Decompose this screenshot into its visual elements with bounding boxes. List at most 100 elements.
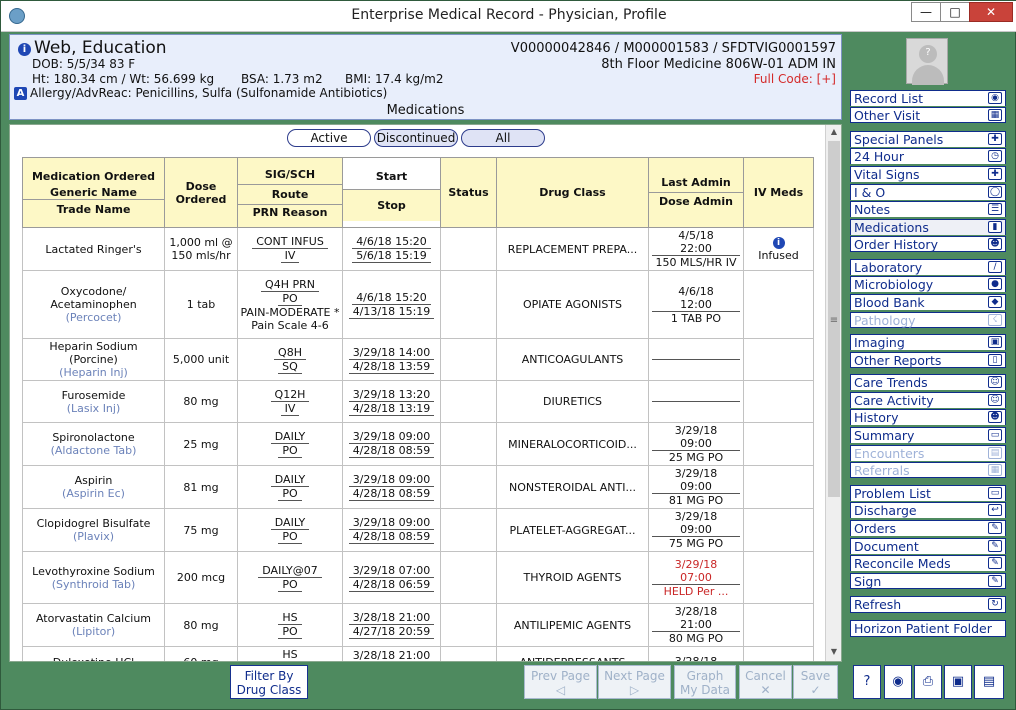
patient-bmi: BMI: 17.4 kg/m2	[345, 72, 444, 86]
sidebar-item-pathology[interactable]: Pathology ☇	[850, 312, 1006, 328]
table-row[interactable]: Heparin Sodium (Porcine) (Heparin Inj) 5,0…	[22, 338, 814, 381]
allergy-icon[interactable]: A	[14, 87, 27, 100]
filter-by-drug-class-button[interactable]: Filter By Drug Class	[230, 665, 308, 699]
print-icon[interactable]: ⎙	[914, 665, 942, 699]
table-row[interactable]: Levothyroxine Sodium (Synthroid Tab) 200 m…	[22, 551, 814, 604]
sidebar-item-summary[interactable]: Summary ▭	[850, 427, 1006, 443]
sidebar-item-problem-list[interactable]: Problem List ▭	[850, 485, 1006, 501]
close-button[interactable]: ✕	[969, 2, 1013, 22]
sidebar-item-order-history[interactable]: Order History ☻	[850, 236, 1006, 252]
cell-iv-meds	[743, 646, 814, 661]
table-row[interactable]: Clopidogrel Bisulfate (Plavix) 75 mg DAILY P…	[22, 508, 814, 552]
cell-dose: 200 mcg	[164, 551, 238, 604]
sidebar-item-imaging[interactable]: Imaging ▣	[850, 334, 1006, 350]
cell-status	[440, 338, 497, 381]
cell-iv-meds	[743, 465, 814, 509]
col-last-admin[interactable]: Last Admin Dose Admin	[648, 157, 744, 228]
filter-all-button[interactable]: All	[461, 129, 545, 147]
table-row[interactable]: Atorvastatin Calcium (Lipitor) 80 mg HS PO 3/…	[22, 603, 814, 647]
lock-icon[interactable]: ▣	[944, 665, 972, 699]
col-status[interactable]: Status	[440, 157, 497, 228]
graph-my-data-button[interactable]: Graph My Data	[674, 665, 736, 699]
cell-iv-meds	[743, 603, 814, 647]
reconcile-icon: ✎	[988, 557, 1002, 569]
sidebar-item-notes[interactable]: Notes ☰	[850, 201, 1006, 217]
sidebar-item-microbiology[interactable]: Microbiology ●	[850, 276, 1006, 292]
filter-active-button[interactable]: Active	[287, 129, 371, 147]
col-iv-meds[interactable]: IV Meds	[743, 157, 814, 228]
sidebar-item-special-panels[interactable]: Special Panels ✚	[850, 131, 1006, 147]
prev-page-button[interactable]: Prev Page ◁	[524, 665, 597, 699]
table-row[interactable]: Duloxetine HCl60 mgHSPO3/28/18 21:00 ANTI…	[22, 646, 814, 661]
cell-dose: 5,000 unit	[164, 338, 238, 381]
col-dose[interactable]: Dose Ordered	[164, 157, 238, 228]
table-row[interactable]: Lactated Ringer's 1,000 ml @ 150 mls/hr CO…	[22, 227, 814, 271]
sidebar-item-care-activity[interactable]: Care Activity ☺	[850, 392, 1006, 408]
sidebar-item-sign[interactable]: Sign ✎	[850, 573, 1006, 589]
sidebar-item-other-reports[interactable]: Other Reports ▯	[850, 352, 1006, 368]
sidebar-item-other-visit[interactable]: Other Visit ▦	[850, 107, 1006, 123]
cell-medication: Furosemide (Lasix Inj)	[22, 380, 165, 423]
sidebar-item-horizon-patient-folder[interactable]: Horizon Patient Folder	[850, 620, 1006, 637]
cell-medication: Oxycodone/ Acetaminophen (Percocet)	[22, 270, 165, 339]
cell-sig: DAILY PO	[237, 508, 343, 552]
cell-dose: 1,000 ml @ 150 mls/hr	[164, 227, 238, 271]
cell-drug-class: REPLACEMENT PREPA...	[496, 227, 649, 271]
sidebar-item-history[interactable]: History ☻	[850, 409, 1006, 425]
sidebar-item-24-hour[interactable]: 24 Hour ◷	[850, 148, 1006, 164]
scroll-down-arrow-icon[interactable]: ▼	[826, 647, 841, 661]
col-drug-class[interactable]: Drug Class	[496, 157, 649, 228]
sidebar-item-medications[interactable]: Medications ▮	[850, 219, 1006, 235]
cell-last-admin	[648, 380, 744, 423]
filter-discontinued-button[interactable]: Discontinued	[374, 129, 458, 147]
cell-drug-class: ANTIDEPRESSANTS	[496, 646, 649, 661]
cell-last-admin: 3/29/18 09:00 81 MG PO	[648, 465, 744, 509]
sidebar-item-document[interactable]: Document ✎	[850, 538, 1006, 554]
sidebar-item-discharge[interactable]: Discharge ↩	[850, 502, 1006, 518]
cell-status	[440, 380, 497, 423]
sidebar-item-referrals[interactable]: Referrals ▦	[850, 462, 1006, 478]
next-page-button[interactable]: Next Page ▷	[598, 665, 671, 699]
cell-start-stop: 3/29/18 14:00 4/28/18 13:59	[342, 338, 441, 381]
sidebar-item-orders[interactable]: Orders ✎	[850, 520, 1006, 536]
sidebar-item-record-list[interactable]: Record List ◉	[850, 90, 1006, 106]
col-medication[interactable]: Medication Ordered Generic Name Trade Name	[22, 157, 165, 228]
cell-iv-meds	[743, 270, 814, 339]
vertical-scrollbar[interactable]: ▲ ≡ ▼	[825, 125, 841, 661]
card-icon[interactable]: ▤	[974, 665, 1004, 699]
sidebar-item-blood-bank[interactable]: Blood Bank ◆	[850, 294, 1006, 310]
help-button[interactable]: ?	[853, 665, 881, 699]
sidebar-item-vital-signs[interactable]: Vital Signs ✚	[850, 166, 1006, 182]
info-icon[interactable]: i	[18, 43, 31, 56]
sidebar-item-encounters[interactable]: Encounters ▤	[850, 445, 1006, 461]
sidebar-item-laboratory[interactable]: Laboratory /	[850, 259, 1006, 275]
cancel-button[interactable]: Cancel ✕	[739, 665, 792, 699]
code-status-link[interactable]: Full Code: [+]	[754, 72, 836, 86]
info-icon[interactable]: i	[772, 236, 785, 249]
save-button[interactable]: Save ✓	[793, 665, 838, 699]
sidebar-item-i-o[interactable]: I & O ◯	[850, 184, 1006, 200]
table-row[interactable]: Spironolactone (Aldactone Tab) 25 mg DAILY P…	[22, 422, 814, 466]
cell-dose: 25 mg	[164, 422, 238, 466]
cell-last-admin: 3/29/18 09:00 75 MG PO	[648, 508, 744, 552]
table-row[interactable]: Oxycodone/ Acetaminophen (Percocet) 1 tab Q…	[22, 270, 814, 339]
cell-last-admin: 4/5/18 22:00 150 MLS/HR IV	[648, 227, 744, 271]
col-sig[interactable]: SIG/SCH Route PRN Reason	[237, 157, 343, 228]
cell-sig: DAILY PO	[237, 422, 343, 466]
search-globe-icon[interactable]: ◉	[884, 665, 912, 699]
cell-start-stop: 3/29/18 09:00 4/28/18 08:59	[342, 465, 441, 509]
minimize-button[interactable]: —	[911, 2, 941, 22]
sidebar-item-care-trends[interactable]: Care Trends ☺	[850, 374, 1006, 390]
table-row[interactable]: Furosemide (Lasix Inj) 80 mg Q12H IV 3/29/18 …	[22, 380, 814, 423]
cell-iv-meds	[743, 422, 814, 466]
cell-medication: Lactated Ringer's	[22, 227, 165, 271]
sidebar-item-reconcile-meds[interactable]: Reconcile Meds ✎	[850, 555, 1006, 571]
report-icon: ▯	[988, 354, 1002, 366]
maximize-button[interactable]: □	[940, 2, 970, 22]
table-row[interactable]: Aspirin (Aspirin Ec) 81 mg DAILY PO 3/29/18 0…	[22, 465, 814, 509]
scroll-up-arrow-icon[interactable]: ▲	[826, 127, 841, 141]
patient-banner: i Web, Education DOB: 5/5/34 83 F Ht: 180…	[9, 34, 842, 120]
col-start-stop[interactable]: Start Stop	[342, 157, 441, 228]
sidebar-item-refresh[interactable]: Refresh ↻	[850, 596, 1006, 613]
cell-status	[440, 551, 497, 604]
